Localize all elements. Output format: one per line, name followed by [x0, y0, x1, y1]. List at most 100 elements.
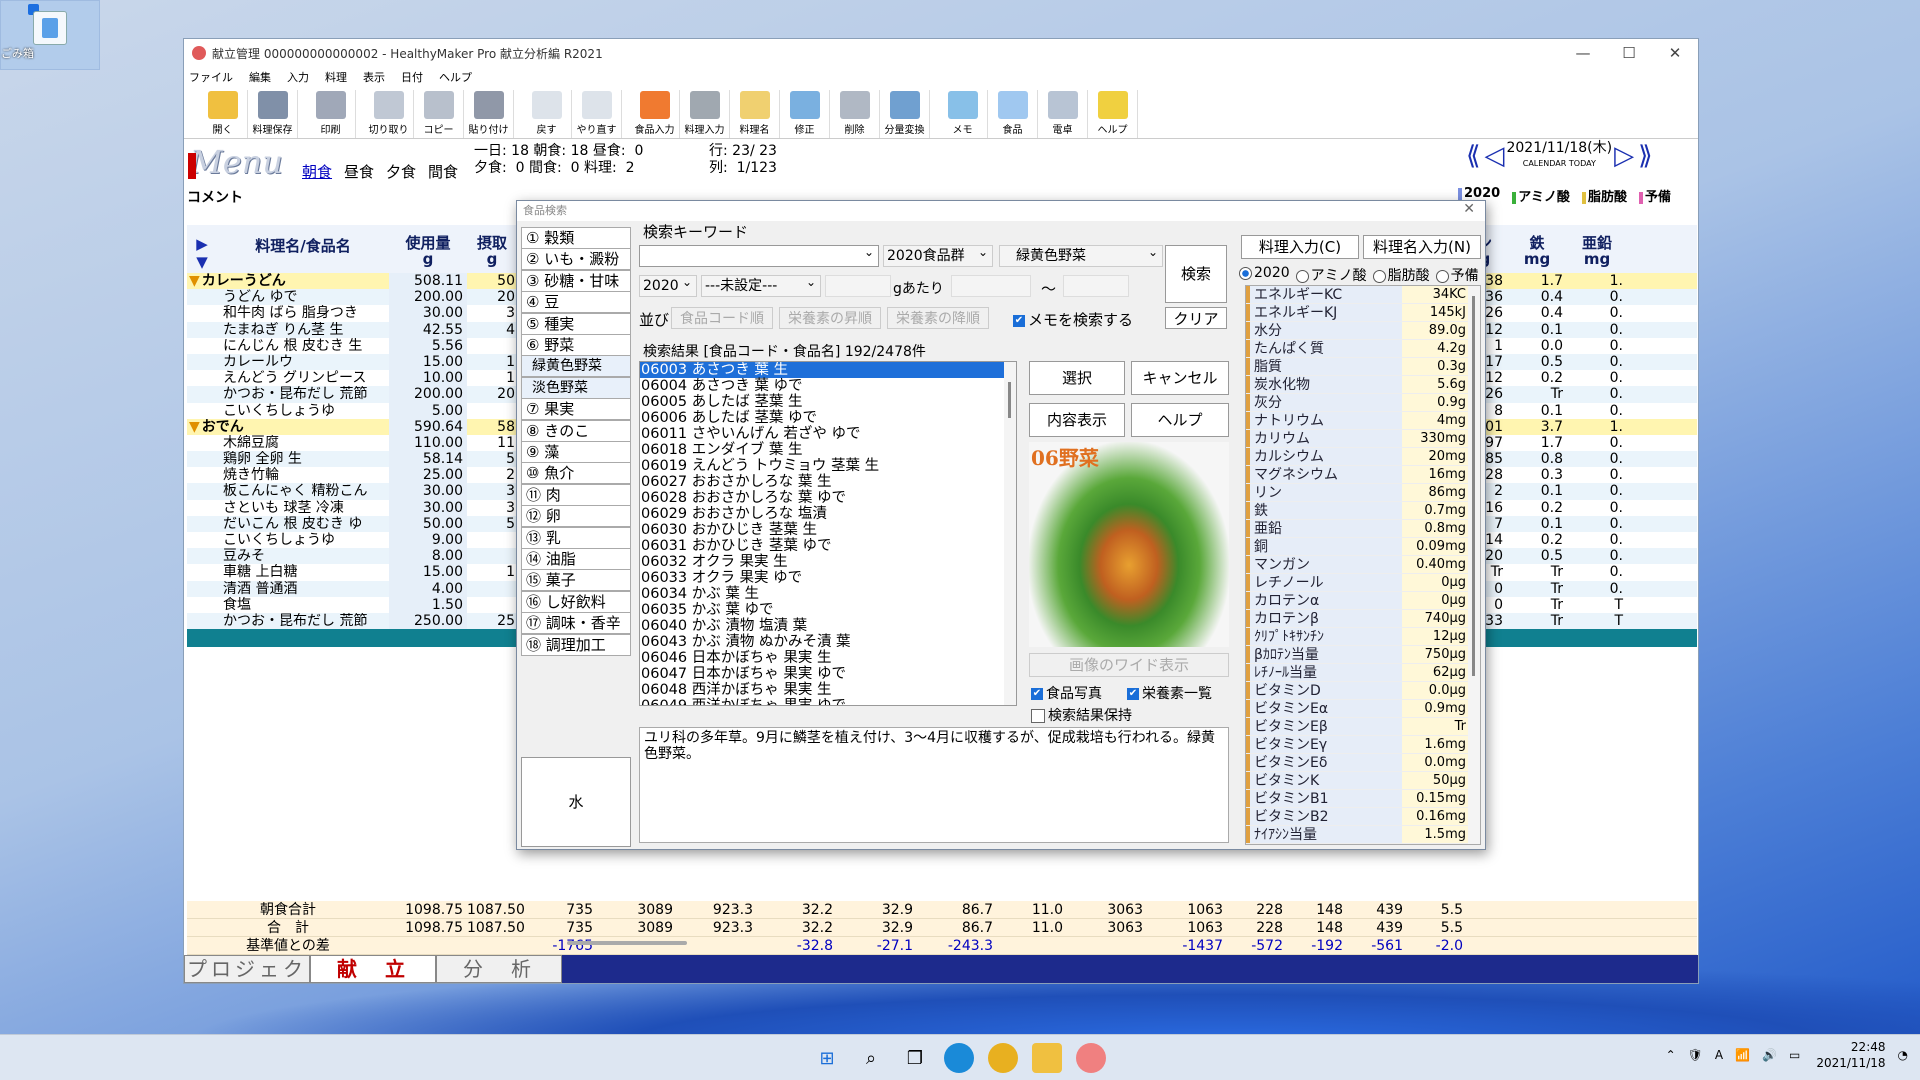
category-button[interactable]: ③ 砂糖・甘味 — [521, 269, 631, 292]
max-value-input[interactable] — [1063, 275, 1129, 297]
clock[interactable]: 22:48 2021/11/18 — [1816, 1039, 1885, 1071]
open-button[interactable]: 開く — [198, 90, 248, 138]
result-item[interactable]: 06029 おおさかしろな 塩漬 — [640, 506, 1016, 522]
amount-input[interactable] — [825, 275, 891, 297]
category-button[interactable]: ⑧ きのこ — [521, 419, 631, 442]
result-item[interactable]: 06027 おおさかしろな 葉 生 — [640, 474, 1016, 490]
category-button[interactable]: ⑨ 藻 — [521, 441, 631, 463]
redo-button[interactable]: やり直す — [572, 90, 622, 138]
legend-reserve[interactable]: 予備 — [1639, 186, 1671, 205]
tab-dinner[interactable]: 夕食 — [386, 145, 416, 182]
result-item[interactable]: 06040 かぶ 漬物 塩漬 葉 — [640, 618, 1016, 634]
convert-button[interactable]: 分量変換 — [880, 90, 930, 138]
result-item[interactable]: 06034 かぶ 葉 生 — [640, 586, 1016, 602]
volume-icon[interactable]: 🔊 — [1762, 1048, 1777, 1062]
legend-fatty[interactable]: 脂肪酸 — [1582, 186, 1627, 205]
result-list[interactable]: 06003 あさつき 葉 生 06004 あさつき 葉 ゆで 06005 あしたば … — [639, 361, 1017, 706]
result-item[interactable]: 06030 おかひじき 茎葉 生 — [640, 522, 1016, 538]
next-day-icon[interactable]: ▷ — [1614, 141, 1634, 171]
select-button[interactable]: 選択 — [1029, 361, 1125, 395]
result-item[interactable]: 06032 オクラ 果実 生 — [640, 554, 1016, 570]
food-photo-checkbox[interactable]: 食品写真 — [1031, 683, 1102, 703]
memo-search-checkbox[interactable]: メモを検索する — [1013, 309, 1133, 330]
chevron-up-icon[interactable]: ⌃ — [1666, 1048, 1676, 1062]
undo-button[interactable]: 戻す — [522, 90, 572, 138]
result-item[interactable]: 06028 おおさかしろな 葉 ゆで — [640, 490, 1016, 506]
group-select[interactable]: 2020食品群 — [883, 242, 993, 267]
copy-button[interactable]: コピー — [414, 90, 464, 138]
food-db-button[interactable]: 食品 — [988, 90, 1038, 138]
maximize-icon[interactable]: ☐ — [1606, 44, 1652, 62]
category-button[interactable]: ⑯ し好飲料 — [521, 590, 631, 613]
category-button[interactable]: ⑪ 肉 — [521, 483, 631, 506]
prev-day-icon[interactable]: ◁ — [1484, 141, 1504, 171]
delete-button[interactable]: 削除 — [830, 90, 880, 138]
start-icon[interactable]: ⊞ — [812, 1043, 842, 1073]
keyword-input[interactable] — [639, 242, 879, 267]
min-value-input[interactable] — [951, 275, 1031, 297]
minimize-icon[interactable]: — — [1560, 44, 1606, 62]
result-item[interactable]: 06033 オクラ 果実 ゆで — [640, 570, 1016, 586]
year-select[interactable]: 2020 — [639, 272, 697, 297]
security-icon[interactable]: 🛡 — [1688, 1048, 1703, 1062]
category-button[interactable]: ⑫ 卵 — [521, 505, 631, 528]
category-button[interactable]: ⑬ 乳 — [521, 526, 631, 549]
recipe-input-button[interactable]: 料理入力 — [680, 90, 730, 138]
category-button[interactable]: ⑤ 種実 — [521, 312, 631, 335]
healthymaker-icon[interactable] — [1076, 1043, 1106, 1073]
search-icon[interactable]: ⌕ — [856, 1043, 886, 1073]
detail-button[interactable]: 内容表示 — [1029, 403, 1125, 437]
tab-project[interactable]: プロジェクト — [184, 955, 310, 983]
menu-date[interactable]: 日付 — [401, 69, 423, 85]
nutrient-scrollbar[interactable] — [1468, 286, 1480, 844]
tab-menu[interactable]: 献 立 — [310, 955, 436, 983]
result-scrollbar[interactable] — [1004, 362, 1016, 705]
result-item[interactable]: 06006 あしたば 茎葉 ゆで — [640, 410, 1016, 426]
category-button[interactable]: ⑥ 野菜 — [521, 334, 631, 356]
menu-input[interactable]: 入力 — [287, 69, 309, 85]
save-recipe-button[interactable]: 料理保存 — [248, 90, 298, 138]
sort-arrows-icon[interactable]: ▶ ▼ — [187, 225, 217, 273]
calculator-button[interactable]: 電卓 — [1038, 90, 1088, 138]
result-item[interactable]: 06047 日本かぼちゃ 果実 ゆで — [640, 666, 1016, 682]
menu-view[interactable]: 表示 — [363, 69, 385, 85]
close-icon[interactable]: ✕ — [1652, 44, 1698, 62]
water-button[interactable]: 水 — [521, 757, 631, 847]
modify-button[interactable]: 修正 — [780, 90, 830, 138]
sort-asc-button[interactable]: 栄養素の昇順 — [779, 307, 881, 329]
cut-button[interactable]: 切り取り — [364, 90, 414, 138]
result-item[interactable]: 06004 あさつき 葉 ゆで — [640, 378, 1016, 394]
sort-code-button[interactable]: 食品コード順 — [671, 307, 773, 329]
result-item[interactable]: 06031 おかひじき 茎葉 ゆで — [640, 538, 1016, 554]
tab-breakfast[interactable]: 朝食 — [302, 145, 332, 182]
prev-month-icon[interactable]: ⟪ — [1466, 141, 1480, 171]
category-button[interactable]: ④ 豆 — [521, 291, 631, 314]
category-button[interactable]: ⑭ 油脂 — [521, 548, 631, 570]
result-item[interactable]: 06019 えんどう トウミョウ 茎葉 生 — [640, 458, 1016, 474]
tab-snack[interactable]: 間食 — [428, 145, 458, 182]
category-button[interactable]: ① 穀類 — [521, 227, 631, 249]
chrome-icon[interactable] — [988, 1043, 1018, 1073]
wide-image-button[interactable]: 画像のワイド表示 — [1029, 653, 1229, 677]
result-item[interactable]: 06018 エンダイブ 葉 生 — [640, 442, 1016, 458]
keep-results-checkbox[interactable]: 検索結果保持 — [1031, 705, 1132, 725]
paste-button[interactable]: 貼り付け — [464, 90, 514, 138]
result-item[interactable]: 06049 西洋かぼちゃ 果実 ゆで — [640, 698, 1016, 705]
result-item[interactable]: 06043 かぶ 漬物 ぬかみそ漬 葉 — [640, 634, 1016, 650]
wifi-icon[interactable]: 📶 — [1735, 1048, 1750, 1062]
date-display[interactable]: 2021/11/18(木) CALENDAR TODAY — [1506, 141, 1612, 171]
horizontal-scrollbar[interactable] — [567, 941, 687, 945]
result-item[interactable]: 06035 かぶ 葉 ゆで — [640, 602, 1016, 618]
menu-help[interactable]: ヘルプ — [439, 69, 472, 85]
battery-icon[interactable]: ▭ — [1789, 1048, 1800, 1062]
radio-amino[interactable]: アミノ酸 — [1296, 265, 1367, 285]
menu-edit[interactable]: 編集 — [249, 69, 271, 85]
clear-button[interactable]: クリア — [1165, 307, 1227, 329]
recycle-bin-shortcut[interactable]: ごみ箱 — [0, 0, 100, 70]
category-button[interactable]: 緑黄色野菜 — [521, 355, 631, 378]
menu-recipe[interactable]: 料理 — [325, 69, 347, 85]
result-item[interactable]: 06048 西洋かぼちゃ 果実 生 — [640, 682, 1016, 698]
next-month-icon[interactable]: ⟫ — [1638, 141, 1652, 171]
result-item[interactable]: 06005 あしたば 茎葉 生 — [640, 394, 1016, 410]
category-button[interactable]: ⑰ 調味・香辛 — [521, 612, 631, 635]
